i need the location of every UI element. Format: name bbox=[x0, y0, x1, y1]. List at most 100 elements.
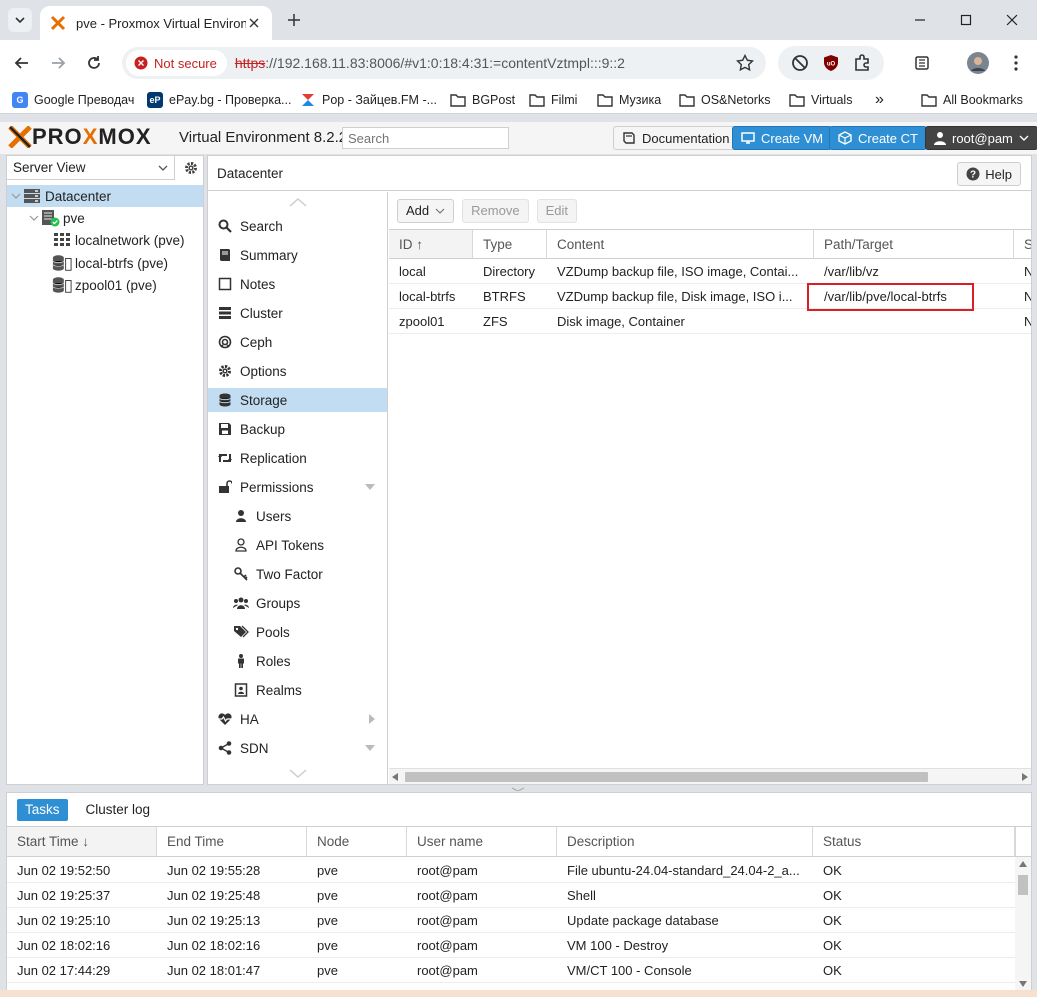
column-header-end-time[interactable]: End Time bbox=[157, 827, 307, 856]
profile-avatar[interactable] bbox=[966, 51, 990, 75]
expanded-triangle-icon[interactable] bbox=[365, 484, 375, 490]
tree-item-pve[interactable]: pve bbox=[7, 207, 203, 229]
task-row[interactable]: Jun 02 17:44:29 Jun 02 18:01:47 pve root… bbox=[7, 958, 1015, 983]
column-header-description[interactable]: Description bbox=[557, 827, 813, 856]
tree-item-localnetwork[interactable]: localnetwork (pve) bbox=[7, 229, 203, 251]
nav-item-users[interactable]: Users bbox=[208, 504, 387, 528]
collapse-icon[interactable] bbox=[10, 190, 22, 202]
table-row[interactable]: local Directory VZDump backup file, ISO … bbox=[389, 259, 1031, 284]
create-vm-button[interactable]: Create VM bbox=[732, 126, 833, 150]
nav-scroll-up-icon[interactable] bbox=[208, 194, 387, 210]
panel-splitter[interactable] bbox=[0, 787, 1037, 791]
nav-item-two-factor[interactable]: Two Factor bbox=[208, 562, 387, 586]
tree-settings-button[interactable] bbox=[177, 156, 204, 180]
maximize-button[interactable] bbox=[954, 8, 978, 32]
tab-cluster-log[interactable]: Cluster log bbox=[78, 799, 159, 821]
column-header-node[interactable]: Node bbox=[307, 827, 407, 856]
scroll-up-icon[interactable] bbox=[1019, 861, 1027, 867]
horizontal-scrollbar[interactable] bbox=[389, 768, 1031, 784]
vertical-scrollbar[interactable] bbox=[1015, 857, 1031, 991]
nav-item-permissions[interactable]: Permissions bbox=[208, 475, 387, 499]
bookmarks-overflow-button[interactable]: » bbox=[875, 90, 884, 110]
column-header-user[interactable]: User name bbox=[407, 827, 557, 856]
bookmark-star-icon[interactable] bbox=[736, 54, 754, 72]
reading-list-icon[interactable] bbox=[910, 51, 934, 75]
nav-item-api-tokens[interactable]: API Tokens bbox=[208, 533, 387, 557]
nav-scroll-down-icon[interactable] bbox=[208, 766, 387, 782]
column-header-content[interactable]: Content bbox=[547, 230, 814, 258]
close-window-button[interactable] bbox=[1000, 8, 1024, 32]
bookmark-bgpost[interactable]: BGPost bbox=[450, 90, 515, 110]
tree-item-datacenter[interactable]: Datacenter bbox=[7, 185, 203, 207]
bookmark-google-translate[interactable]: G Google Преводач bbox=[12, 90, 134, 110]
nav-item-replication[interactable]: Replication bbox=[208, 446, 387, 470]
tree-item-zpool01[interactable]: zpool01 (pve) bbox=[7, 274, 203, 296]
browser-menu-icon[interactable] bbox=[1004, 51, 1028, 75]
task-row[interactable]: Jun 02 19:25:37 Jun 02 19:25:48 pve root… bbox=[7, 883, 1015, 908]
browser-tab[interactable]: pve - Proxmox Virtual Environment bbox=[40, 6, 272, 40]
nav-item-backup[interactable]: Backup bbox=[208, 417, 387, 441]
bookmark-os-networks[interactable]: OS&Netorks bbox=[679, 90, 770, 110]
reload-button[interactable] bbox=[82, 51, 106, 75]
back-button[interactable] bbox=[10, 51, 34, 75]
view-selector[interactable]: Server View bbox=[7, 156, 175, 180]
nav-item-options[interactable]: Options bbox=[208, 359, 387, 383]
nav-item-search[interactable]: Search bbox=[208, 214, 387, 238]
scroll-right-icon[interactable] bbox=[1022, 773, 1028, 781]
nav-item-notes[interactable]: Notes bbox=[208, 272, 387, 296]
nav-item-roles[interactable]: Roles bbox=[208, 649, 387, 673]
edit-button[interactable]: Edit bbox=[536, 198, 577, 223]
column-header-start-time[interactable]: Start Time ↓ bbox=[7, 827, 157, 856]
bookmark-epay[interactable]: eP ePay.bg - Проверка... bbox=[147, 90, 291, 110]
forward-button[interactable] bbox=[46, 51, 70, 75]
table-row[interactable]: zpool01 ZFS Disk image, Container N bbox=[389, 309, 1031, 334]
all-bookmarks-button[interactable]: All Bookmarks bbox=[921, 90, 1023, 110]
nav-item-realms[interactable]: Realms bbox=[208, 678, 387, 702]
help-button[interactable]: ? Help bbox=[957, 162, 1021, 186]
task-row[interactable]: Jun 02 19:25:10 Jun 02 19:25:13 pve root… bbox=[7, 908, 1015, 933]
scroll-down-icon[interactable] bbox=[1019, 981, 1027, 987]
column-header-shared[interactable]: S bbox=[1014, 230, 1031, 258]
tab-tasks[interactable]: Tasks bbox=[17, 798, 68, 821]
bookmark-muzika[interactable]: Музика bbox=[597, 90, 661, 110]
nav-item-ceph[interactable]: Ceph bbox=[208, 330, 387, 354]
user-menu-button[interactable]: root@pam bbox=[925, 126, 1037, 150]
add-button[interactable]: Add bbox=[397, 198, 455, 223]
puzzle-extensions-icon[interactable] bbox=[853, 54, 871, 72]
create-ct-button[interactable]: Create CT bbox=[829, 126, 927, 150]
bookmark-virtuals[interactable]: Virtuals bbox=[789, 90, 852, 110]
expanded-triangle-icon[interactable] bbox=[365, 745, 375, 751]
header-search-input[interactable] bbox=[342, 127, 509, 149]
nav-item-storage[interactable]: Storage bbox=[208, 388, 387, 412]
documentation-button[interactable]: Documentation bbox=[613, 126, 739, 150]
tree-item-local-btrfs[interactable]: local-btrfs (pve) bbox=[7, 252, 203, 274]
column-header-id[interactable]: ID ↑ bbox=[389, 230, 473, 258]
bookmark-zaycev[interactable]: Pop - Зайцев.FM -... bbox=[300, 90, 437, 110]
close-tab-icon[interactable] bbox=[246, 15, 262, 31]
scrollbar-thumb[interactable] bbox=[405, 772, 928, 782]
tab-search-button[interactable] bbox=[8, 8, 32, 32]
security-chip[interactable]: Not secure bbox=[126, 50, 227, 76]
nav-item-groups[interactable]: Groups bbox=[208, 591, 387, 615]
collapse-icon[interactable] bbox=[28, 212, 40, 224]
cookie-extension-icon[interactable] bbox=[791, 54, 809, 72]
nav-item-summary[interactable]: Summary bbox=[208, 243, 387, 267]
column-header-path[interactable]: Path/Target bbox=[814, 230, 1014, 258]
remove-button[interactable]: Remove bbox=[462, 198, 529, 223]
nav-item-cluster[interactable]: Cluster bbox=[208, 301, 387, 325]
nav-item-pools[interactable]: Pools bbox=[208, 620, 387, 644]
address-bar[interactable]: Not secure https://192.168.11.83:8006/#v… bbox=[122, 47, 766, 79]
ublock-icon[interactable]: uO bbox=[822, 54, 840, 72]
nav-item-ha[interactable]: HA bbox=[208, 707, 387, 731]
column-header-status[interactable]: Status bbox=[813, 827, 1015, 856]
task-row[interactable]: Jun 02 18:02:16 Jun 02 18:02:16 pve root… bbox=[7, 933, 1015, 958]
collapsed-triangle-icon[interactable] bbox=[369, 714, 375, 724]
new-tab-button[interactable] bbox=[284, 10, 304, 30]
minimize-button[interactable] bbox=[908, 8, 932, 32]
scrollbar-thumb[interactable] bbox=[1018, 875, 1028, 895]
scroll-left-icon[interactable] bbox=[392, 773, 398, 781]
nav-item-sdn[interactable]: SDN bbox=[208, 736, 387, 760]
task-row[interactable]: Jun 02 19:52:50 Jun 02 19:55:28 pve root… bbox=[7, 858, 1015, 883]
url-text[interactable]: https://192.168.11.83:8006/#v1:0:18:4:31… bbox=[235, 55, 625, 71]
bookmark-filmi[interactable]: Filmi bbox=[529, 90, 577, 110]
